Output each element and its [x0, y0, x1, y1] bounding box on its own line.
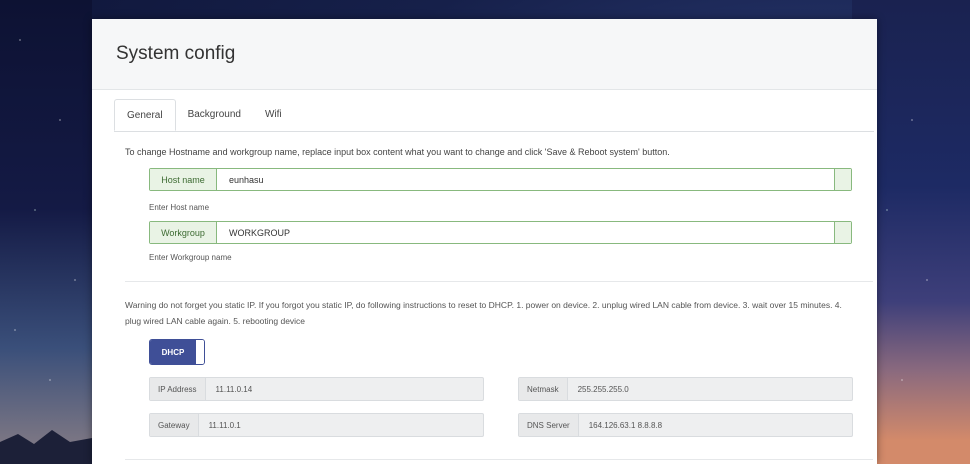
section-divider	[125, 281, 873, 282]
system-config-panel: System config General Background Wifi To…	[92, 19, 877, 464]
gateway-label: Gateway	[150, 414, 199, 436]
ip-address-value: 11.11.0.14	[215, 384, 253, 394]
netmask-field: Netmask 255.255.255.0	[518, 377, 853, 401]
workgroup-input-group: Workgroup WORKGROUP	[149, 221, 852, 244]
hostname-input[interactable]: eunhasu	[217, 169, 834, 190]
hostname-input-group: Host name eunhasu	[149, 168, 852, 191]
tab-wifi[interactable]: Wifi	[253, 99, 294, 131]
dhcp-warning-text: Warning do not forget you static IP. If …	[125, 300, 842, 326]
dns-server-value: 164.126.63.1 8.8.8.8	[588, 420, 663, 430]
dhcp-toggle-label: DHCP	[150, 340, 196, 364]
gateway-field: Gateway 11.11.0.1	[149, 413, 484, 437]
tab-general[interactable]: General	[114, 99, 176, 131]
mountain-silhouette	[0, 430, 92, 464]
panel-header: System config	[92, 19, 877, 90]
ip-address-field: IP Address 11.11.0.14	[149, 377, 484, 401]
workgroup-input[interactable]: WORKGROUP	[217, 222, 834, 243]
page-title: System config	[116, 43, 236, 64]
hostname-label: Host name	[150, 169, 217, 190]
background-stars	[0, 0, 92, 464]
hostname-help: Enter Host name	[149, 203, 210, 212]
workgroup-input-addon-end	[834, 222, 851, 243]
dhcp-toggle-knob	[196, 340, 204, 364]
tab-background[interactable]: Background	[176, 99, 253, 131]
hostname-input-addon-end	[834, 169, 851, 190]
dns-server-field: DNS Server 164.126.63.1 8.8.8.8	[518, 413, 853, 437]
tab-bar: General Background Wifi	[114, 99, 874, 132]
workgroup-label: Workgroup	[150, 222, 217, 243]
netmask-label: Netmask	[519, 378, 568, 400]
intro-text: To change Hostname and workgroup name, r…	[125, 147, 670, 157]
workgroup-help: Enter Workgroup name	[149, 253, 232, 262]
ip-address-label: IP Address	[150, 378, 206, 400]
background-left	[0, 0, 92, 464]
dns-server-label: DNS Server	[519, 414, 579, 436]
dhcp-toggle[interactable]: DHCP	[149, 339, 205, 365]
gateway-value: 11.11.0.1	[208, 420, 241, 430]
netmask-value: 255.255.255.0	[577, 384, 629, 394]
section-divider	[125, 459, 873, 460]
